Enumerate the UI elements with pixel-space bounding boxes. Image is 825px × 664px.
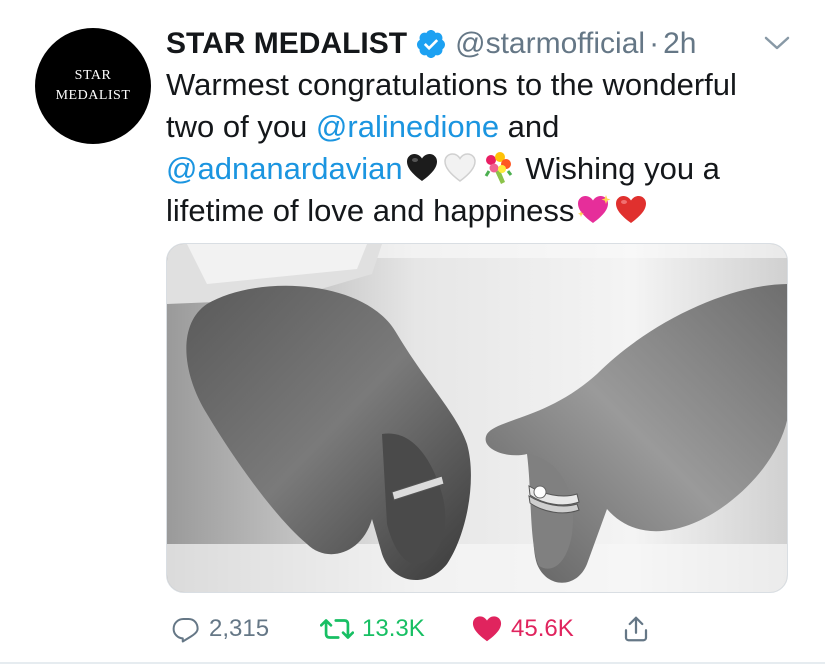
handle[interactable]: @starmofficial [455,27,645,61]
avatar-text-line2: MEDALIST [55,88,131,103]
tweet-text-line: lifetime of love and happiness [166,190,806,232]
verified-badge-icon [415,28,447,60]
like-button[interactable]: 45.6K [471,604,574,654]
reply-count: 2,315 [209,615,270,642]
tweet-header: STAR MEDALIST @starmofficial · 2h [166,22,806,66]
text-segment: and [499,109,560,144]
text-segment: lifetime of love and happiness [166,193,575,228]
photo-holding-hands-rings [167,244,787,592]
tweet-text: Warmest congratulations to the wonderful… [166,64,806,232]
tweet-text-line: Warmest congratulations to the wonderful [166,67,737,102]
sparkling-heart-emoji [576,193,611,227]
tweet[interactable]: STAR MEDALIST STAR MEDALIST @starmoffici… [0,0,825,664]
avatar[interactable]: STAR MEDALIST [35,28,151,144]
retweet-count: 13.3K [362,615,425,642]
avatar-text-line1: STAR [74,68,112,83]
separator-dot: · [649,27,660,60]
tweet-text-line: @adnanardavian Wishing you a [166,148,806,190]
chevron-down-icon[interactable] [763,34,791,54]
tweet-photo[interactable] [166,243,788,593]
white-heart-emoji [443,151,477,185]
text-segment: two of you [166,109,316,144]
mention-link[interactable]: @adnanardavian [166,151,403,186]
mention-link[interactable]: @ralinedione [316,109,499,144]
heart-icon [472,616,502,642]
red-heart-emoji [614,193,648,227]
black-heart-emoji [405,151,439,185]
share-button[interactable] [621,604,659,654]
retweet-button[interactable]: 13.3K [320,604,425,654]
text-segment: Wishing you a [516,151,720,186]
reply-button[interactable]: 2,315 [171,604,269,654]
timestamp[interactable]: 2h [663,27,696,61]
tweet-text-line: two of you @ralinedione and [166,106,806,148]
retweet-icon [320,619,354,639]
tweet-actions: 2,315 13.3K 45.6K [166,604,806,654]
share-icon [624,616,648,642]
display-name[interactable]: STAR MEDALIST [166,27,407,61]
bouquet-emoji [481,151,515,185]
reply-icon [172,618,199,643]
like-count: 45.6K [511,615,574,642]
